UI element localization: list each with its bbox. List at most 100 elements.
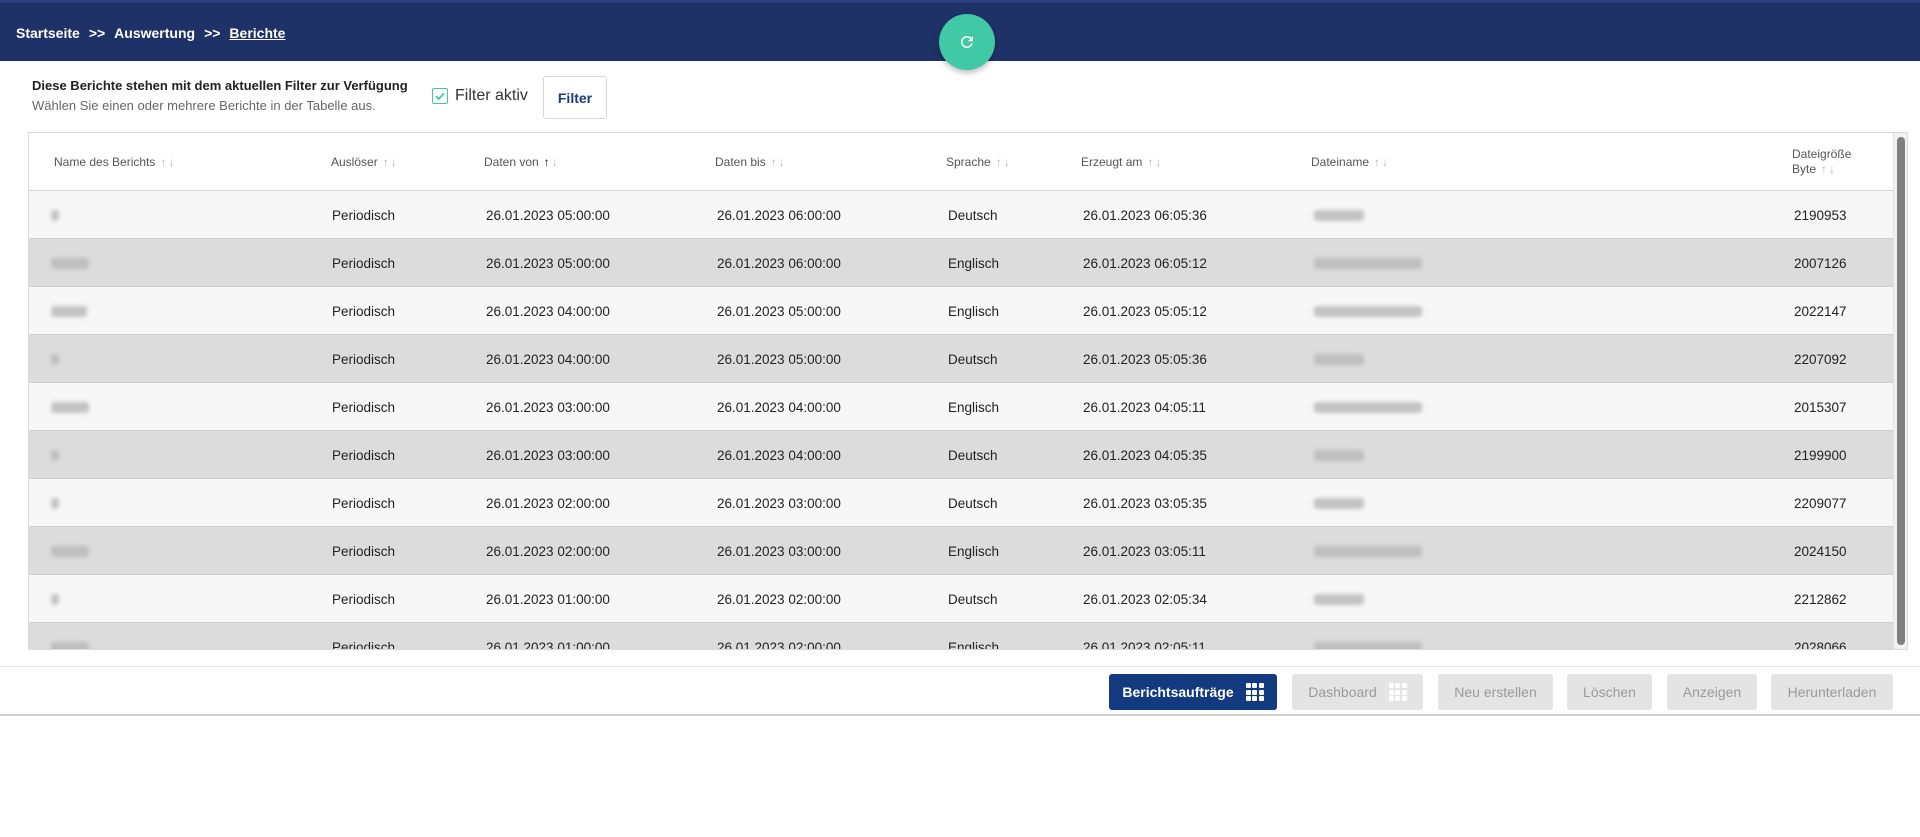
- table-row[interactable]: Periodisch 26.01.2023 05:00:00 26.01.2023 …: [29, 191, 1893, 239]
- cell-filename: [1314, 527, 1422, 575]
- table-row[interactable]: Periodisch 26.01.2023 04:00:00 26.01.2023 …: [29, 335, 1893, 383]
- cell-filesize: 2199900: [1794, 447, 1847, 463]
- cell-data-to: 26.01.2023 04:00:00: [717, 399, 841, 415]
- column-header-name[interactable]: Name des Berichts ↑↓: [54, 133, 176, 191]
- cell-language: Englisch: [948, 255, 1000, 271]
- redacted-text: [51, 449, 59, 461]
- column-header-trigger[interactable]: Auslöser ↑↓: [331, 133, 399, 191]
- refresh-icon: [960, 35, 973, 48]
- column-header-data-from[interactable]: Daten von ↑↓: [484, 133, 560, 191]
- table-header: Name des Berichts ↑↓ Auslöser ↑↓ Daten v…: [29, 133, 1893, 191]
- column-header-data-to[interactable]: Daten bis ↑↓: [715, 133, 787, 191]
- column-header-created[interactable]: Erzeugt am ↑↓: [1081, 133, 1163, 191]
- redacted-text: [51, 593, 59, 605]
- column-header-language[interactable]: Sprache ↑↓: [946, 133, 1012, 191]
- breadcrumb-item-berichte[interactable]: Berichte: [229, 25, 285, 41]
- cell-trigger: Periodisch: [332, 351, 396, 367]
- cell-data-from: 26.01.2023 01:00:00: [486, 591, 610, 607]
- cell-language: Englisch: [948, 639, 1000, 650]
- grid-icon: [1245, 683, 1264, 701]
- refresh-button[interactable]: [939, 14, 995, 70]
- scrollbar-thumb[interactable]: [1897, 137, 1905, 645]
- table-row[interactable]: Periodisch 26.01.2023 01:00:00 26.01.2023 …: [29, 575, 1893, 623]
- cell-language: Deutsch: [948, 495, 998, 511]
- filter-button[interactable]: Filter: [543, 76, 607, 119]
- column-header-filesize[interactable]: Dateigröße Byte ↑↓: [1792, 133, 1851, 191]
- sort-icon[interactable]: ↑↓: [1821, 162, 1837, 176]
- cell-data-from: 26.01.2023 05:00:00: [486, 207, 610, 223]
- cell-data-from: 26.01.2023 02:00:00: [486, 495, 610, 511]
- filter-active-label[interactable]: Filter aktiv: [455, 87, 528, 105]
- download-button[interactable]: Herunterladen: [1771, 674, 1893, 710]
- cell-trigger: Periodisch: [332, 255, 396, 271]
- breadcrumb-item-startseite[interactable]: Startseite: [16, 25, 80, 41]
- cell-filename: [1314, 191, 1364, 239]
- redacted-text: [1314, 305, 1422, 317]
- sort-icon[interactable]: ↑↓: [383, 155, 399, 169]
- cell-created: 26.01.2023 04:05:35: [1083, 447, 1207, 463]
- cell-trigger: Periodisch: [332, 639, 396, 650]
- cell-filesize: 2028066: [1794, 639, 1847, 650]
- table-row[interactable]: Periodisch 26.01.2023 02:00:00 26.01.2023 …: [29, 527, 1893, 575]
- cell-data-to: 26.01.2023 05:00:00: [717, 351, 841, 367]
- cell-filename: [1314, 479, 1364, 527]
- breadcrumb: Startseite >> Auswertung >> Berichte: [16, 25, 285, 41]
- cell-filename: [1314, 335, 1364, 383]
- filter-active-checkbox[interactable]: [432, 88, 448, 104]
- redacted-text: [51, 545, 89, 557]
- table-row[interactable]: Periodisch 26.01.2023 05:00:00 26.01.2023 …: [29, 239, 1893, 287]
- table-scrollbar[interactable]: [1893, 133, 1907, 649]
- table-row[interactable]: Periodisch 26.01.2023 01:00:00 26.01.2023 …: [29, 623, 1893, 650]
- cell-filename: [1314, 575, 1364, 623]
- action-bar: Berichtsaufträge Dashboard Neu erstellen…: [0, 666, 1920, 716]
- cell-created: 26.01.2023 06:05:36: [1083, 207, 1207, 223]
- redacted-text: [1314, 209, 1364, 221]
- cell-data-to: 26.01.2023 03:00:00: [717, 495, 841, 511]
- table-row[interactable]: Periodisch 26.01.2023 03:00:00 26.01.2023 …: [29, 383, 1893, 431]
- create-new-button[interactable]: Neu erstellen: [1438, 674, 1553, 710]
- sort-icon[interactable]: ↑↓: [771, 155, 787, 169]
- table-row[interactable]: Periodisch 26.01.2023 04:00:00 26.01.2023 …: [29, 287, 1893, 335]
- redacted-text: [1314, 641, 1422, 649]
- cell-language: Englisch: [948, 303, 1000, 319]
- sort-icon[interactable]: ↑↓: [1147, 155, 1163, 169]
- dashboard-button[interactable]: Dashboard: [1292, 674, 1423, 710]
- sort-icon[interactable]: ↑↓: [996, 155, 1012, 169]
- redacted-text: [51, 353, 59, 365]
- report-jobs-button[interactable]: Berichtsaufträge: [1109, 674, 1277, 710]
- table-row[interactable]: Periodisch 26.01.2023 02:00:00 26.01.2023 …: [29, 479, 1893, 527]
- breadcrumb-item-auswertung[interactable]: Auswertung: [114, 25, 195, 41]
- info-subtitle: Wählen Sie einen oder mehrere Berichte i…: [32, 98, 376, 113]
- cell-filename: [1314, 383, 1422, 431]
- cell-filesize: 2015307: [1794, 399, 1847, 415]
- cell-report-name: [51, 383, 89, 431]
- redacted-text: [1314, 449, 1364, 461]
- breadcrumb-separator: >>: [204, 25, 221, 41]
- sort-asc-icon[interactable]: ↑↓: [544, 155, 560, 169]
- cell-language: Deutsch: [948, 447, 998, 463]
- redacted-text: [1314, 593, 1364, 605]
- cell-report-name: [51, 575, 59, 623]
- cell-filename: [1314, 239, 1422, 287]
- column-header-filename[interactable]: Dateiname ↑↓: [1311, 133, 1390, 191]
- redacted-text: [1314, 401, 1422, 413]
- cell-data-to: 26.01.2023 03:00:00: [717, 543, 841, 559]
- cell-created: 26.01.2023 06:05:12: [1083, 255, 1207, 271]
- redacted-text: [51, 497, 59, 509]
- cell-filesize: 2207092: [1794, 351, 1847, 367]
- table-row[interactable]: Periodisch 26.01.2023 03:00:00 26.01.2023 …: [29, 431, 1893, 479]
- sort-icon[interactable]: ↑↓: [1374, 155, 1390, 169]
- cell-created: 26.01.2023 05:05:36: [1083, 351, 1207, 367]
- view-button[interactable]: Anzeigen: [1667, 674, 1757, 710]
- sort-icon[interactable]: ↑↓: [160, 155, 176, 169]
- redacted-text: [51, 305, 87, 317]
- cell-report-name: [51, 431, 59, 479]
- cell-data-from: 26.01.2023 05:00:00: [486, 255, 610, 271]
- delete-button[interactable]: Löschen: [1567, 674, 1652, 710]
- redacted-text: [51, 257, 89, 269]
- cell-trigger: Periodisch: [332, 447, 396, 463]
- cell-trigger: Periodisch: [332, 303, 396, 319]
- cell-report-name: [51, 527, 89, 575]
- check-icon: [435, 92, 445, 101]
- cell-data-to: 26.01.2023 06:00:00: [717, 255, 841, 271]
